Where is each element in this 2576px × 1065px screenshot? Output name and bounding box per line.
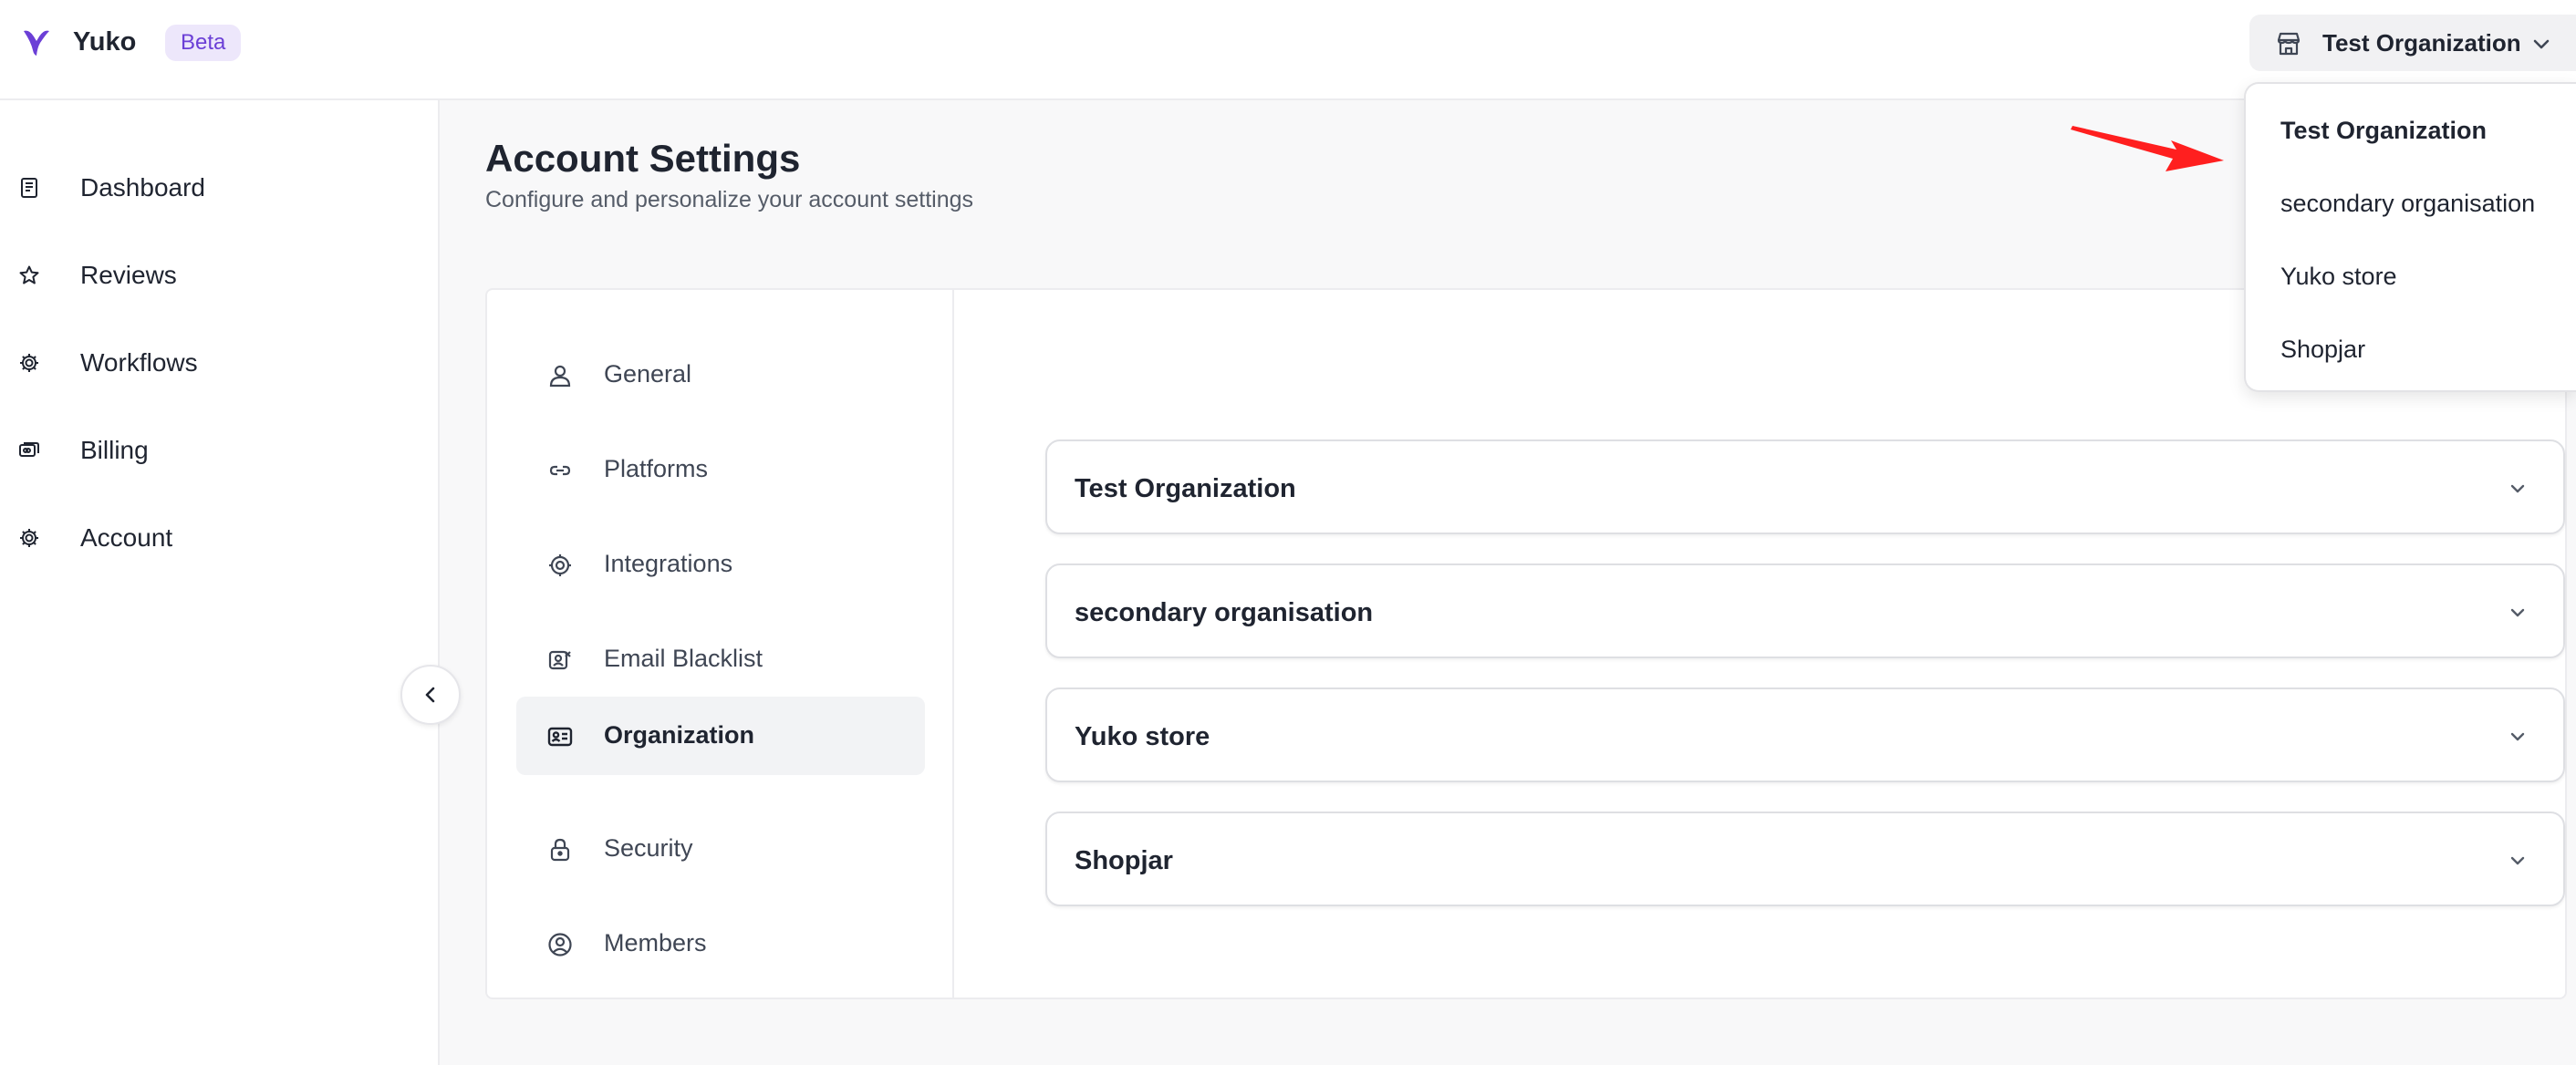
- organization-accordion-yuko-store[interactable]: Yuko store: [1045, 688, 2565, 782]
- settings-tab-organization[interactable]: Organization: [516, 697, 925, 775]
- sidebar-item-label: Dashboard: [80, 173, 205, 202]
- dropdown-item-test-organization[interactable]: Test Organization: [2280, 104, 2572, 159]
- settings-tab-label: Security: [604, 834, 693, 862]
- settings-tab-label: Email Blacklist: [604, 645, 763, 672]
- sidebar-item-reviews[interactable]: Reviews: [0, 246, 429, 303]
- book-icon: [18, 177, 40, 199]
- organization-dropdown-menu: Test Organization secondary organisation…: [2244, 82, 2576, 392]
- chevron-left-icon: [425, 687, 435, 703]
- id-card-icon: [547, 724, 573, 750]
- selected-organization-label: Test Organization: [2322, 29, 2521, 57]
- settings-tab-general[interactable]: General: [516, 336, 925, 414]
- gear-icon: [18, 352, 40, 374]
- dropdown-item-label: Yuko store: [2280, 263, 2397, 290]
- sidebar-collapse-button[interactable]: [400, 665, 461, 725]
- sidebar-item-label: Billing: [80, 436, 149, 464]
- organization-name: secondary organisation: [1075, 598, 1374, 627]
- settings-tab-members[interactable]: Members: [516, 905, 925, 983]
- dropdown-item-label: Shopjar: [2280, 336, 2366, 363]
- chevron-down-icon: [2507, 478, 2529, 500]
- cards-icon: [18, 439, 40, 461]
- beta-badge: Beta: [165, 25, 242, 61]
- dropdown-item-label: secondary organisation: [2280, 190, 2536, 217]
- dropdown-item-yuko-store[interactable]: Yuko store: [2280, 250, 2572, 305]
- star-icon: [18, 264, 40, 286]
- brand-name: Yuko: [73, 27, 137, 57]
- user-icon: [547, 363, 573, 388]
- settings-tab-integrations[interactable]: Integrations: [516, 525, 925, 604]
- organization-switcher-button[interactable]: Test Organization: [2249, 15, 2576, 71]
- page-subtitle: Configure and personalize your account s…: [485, 187, 974, 212]
- settings-card: General Platforms Integrations Email Bla…: [485, 288, 2567, 999]
- organization-name: Yuko store: [1075, 722, 1210, 751]
- organization-name: Shopjar: [1075, 846, 1173, 875]
- sidebar-item-dashboard[interactable]: Dashboard: [0, 159, 429, 215]
- settings-tab-email-blacklist[interactable]: Email Blacklist: [516, 620, 925, 698]
- contact-block-icon: [547, 647, 573, 673]
- dropdown-item-label: Test Organization: [2280, 117, 2488, 144]
- link-icon: [547, 458, 573, 483]
- organization-accordion-shopjar[interactable]: Shopjar: [1045, 812, 2565, 906]
- settings-tab-label: General: [604, 360, 692, 388]
- dropdown-item-shopjar[interactable]: Shopjar: [2280, 323, 2572, 377]
- organization-accordion-secondary-organisation[interactable]: secondary organisation: [1045, 564, 2565, 658]
- settings-tab-label: Organization: [604, 721, 755, 749]
- user-circle-icon: [547, 932, 573, 957]
- store-icon: [2275, 30, 2302, 57]
- sidebar-item-label: Account: [80, 523, 173, 552]
- settings-tab-label: Platforms: [604, 455, 709, 482]
- chevron-down-icon: [2530, 33, 2552, 55]
- organization-accordion-test-organization[interactable]: Test Organization: [1045, 439, 2565, 534]
- organization-name: Test Organization: [1075, 474, 1296, 503]
- settings-tab-label: Integrations: [604, 550, 733, 577]
- dropdown-item-secondary-organisation[interactable]: secondary organisation: [2280, 177, 2572, 232]
- card-divider: [952, 290, 954, 998]
- sidebar-item-billing[interactable]: Billing: [0, 421, 429, 478]
- gear-icon: [18, 527, 40, 549]
- page-title: Account Settings: [485, 137, 801, 180]
- chevron-down-icon: [2507, 850, 2529, 872]
- sidebar: Dashboard Reviews Workflows Billing Acco…: [0, 100, 440, 1065]
- lock-icon: [547, 837, 573, 863]
- sidebar-item-workflows[interactable]: Workflows: [0, 334, 429, 390]
- top-bar: Yuko Beta Test Organization: [0, 0, 2576, 100]
- gear-icon: [547, 553, 573, 578]
- sidebar-item-account[interactable]: Account: [0, 509, 429, 565]
- yuko-logo-icon[interactable]: [20, 26, 53, 58]
- settings-tab-platforms[interactable]: Platforms: [516, 430, 925, 509]
- red-arrow-annotation: [2071, 126, 2224, 171]
- settings-tab-security[interactable]: Security: [516, 810, 925, 888]
- chevron-down-icon: [2507, 726, 2529, 748]
- sidebar-item-label: Workflows: [80, 348, 198, 377]
- chevron-down-icon: [2507, 602, 2529, 624]
- settings-tab-label: Members: [604, 929, 707, 956]
- sidebar-item-label: Reviews: [80, 261, 177, 289]
